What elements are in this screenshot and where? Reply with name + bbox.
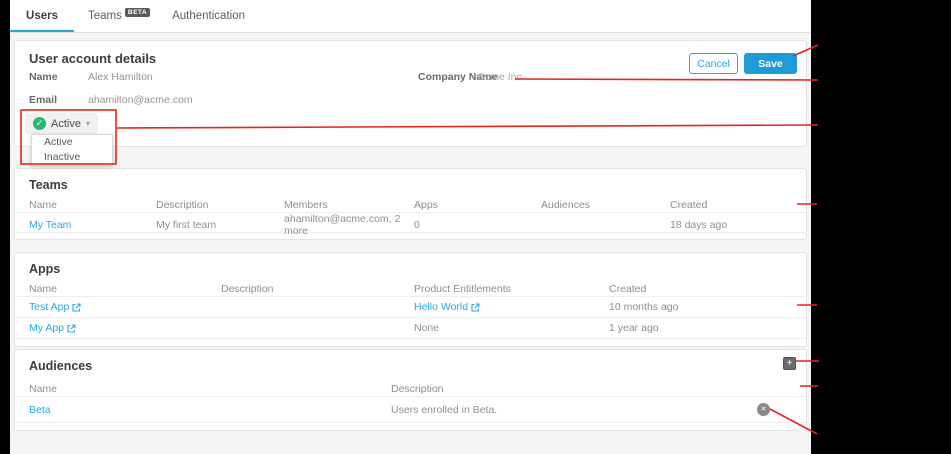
column-header-created: Created (609, 283, 647, 295)
column-header-entitlements: Product Entitlements (414, 283, 511, 295)
app-panel: Users Teams BETA Authentication User acc… (10, 0, 811, 454)
tab-teams-label: Teams (88, 10, 122, 22)
chevron-down-icon: ▾ (85, 119, 90, 128)
column-header-description: Description (391, 383, 444, 395)
external-link-icon (471, 302, 480, 312)
table-row: Test App Hello World 10 months ago (15, 297, 806, 318)
tab-authentication-label: Authentication (172, 10, 245, 22)
audiences-card: Audiences + Name Description Beta Users … (14, 349, 807, 431)
column-header-name: Name (29, 199, 58, 211)
status-selected-value: Active (51, 117, 81, 130)
tab-users-label: Users (26, 10, 58, 22)
save-button[interactable]: Save (744, 53, 797, 74)
name-value: Alex Hamilton (88, 71, 153, 83)
audience-name-link[interactable]: Beta (29, 404, 51, 416)
email-value: ahamilton@acme.com (88, 94, 193, 106)
column-header-apps: Apps (414, 199, 438, 211)
name-label: Name (29, 71, 58, 83)
status-dropdown[interactable]: ✓ Active ▾ (25, 113, 98, 134)
audiences-section-title: Audiences (29, 359, 93, 373)
dropdown-option-inactive[interactable]: Inactive (32, 150, 112, 165)
column-header-description: Description (221, 283, 274, 295)
tab-users[interactable]: Users (10, 0, 74, 32)
column-header-members: Members (284, 199, 328, 211)
team-apps-count: 0 (414, 219, 420, 231)
plus-icon: + (786, 358, 793, 369)
active-check-icon: ✓ (33, 117, 46, 130)
beta-badge: BETA (124, 7, 151, 17)
table-row: My App None 1 year ago (15, 318, 806, 339)
remove-audience-button[interactable]: ✕ (757, 403, 770, 416)
tab-teams[interactable]: Teams BETA (88, 0, 151, 32)
team-members: ahamilton@acme.com, 2 more (284, 213, 401, 237)
external-link-icon (72, 302, 81, 312)
status-dropdown-menu: Active Inactive (31, 134, 113, 166)
external-link-icon (67, 323, 76, 333)
user-details-card: User account details Cancel Save Name Al… (14, 40, 807, 166)
column-header-description: Description (156, 199, 209, 211)
column-header-created: Created (670, 199, 708, 211)
audience-description: Users enrolled in Beta. (391, 403, 498, 416)
entitlement-none: None (414, 322, 440, 334)
cancel-button[interactable]: Cancel (689, 53, 738, 74)
dropdown-option-active[interactable]: Active (32, 135, 112, 150)
apps-card: Apps Name Description Product Entitlemen… (14, 252, 807, 347)
team-name-link[interactable]: My Team (29, 219, 71, 231)
column-header-name: Name (29, 383, 58, 395)
close-icon: ✕ (760, 406, 767, 413)
app-created: 1 year ago (609, 322, 659, 334)
audiences-table-header: Name Description (15, 382, 806, 397)
apps-table-header: Name Description Product Entitlements Cr… (15, 282, 806, 297)
page-title: User account details (29, 51, 157, 66)
column-header-name: Name (29, 283, 58, 295)
app-name-link[interactable]: My App (29, 322, 76, 334)
tab-authentication[interactable]: Authentication (172, 0, 245, 32)
team-created: 18 days ago (670, 219, 728, 231)
entitlement-link[interactable]: Hello World (414, 301, 480, 313)
teams-card: Teams Name Description Members Apps Audi… (14, 168, 807, 240)
team-description: My first team (156, 219, 217, 231)
teams-table-header: Name Description Members Apps Audiences … (15, 198, 806, 213)
company-name-value: Acme Inc (478, 71, 522, 83)
table-row: My Team My first team ahamilton@acme.com… (15, 213, 806, 237)
app-created: 10 months ago (609, 301, 679, 313)
teams-section-title: Teams (29, 178, 68, 192)
tab-bar: Users Teams BETA Authentication (10, 0, 811, 33)
column-header-audiences: Audiences (541, 199, 591, 211)
add-audience-button[interactable]: + (783, 357, 796, 370)
apps-section-title: Apps (29, 262, 61, 276)
app-name-link[interactable]: Test App (29, 301, 81, 313)
table-row: Beta Users enrolled in Beta. ✕ (15, 397, 806, 423)
email-label: Email (29, 94, 58, 106)
